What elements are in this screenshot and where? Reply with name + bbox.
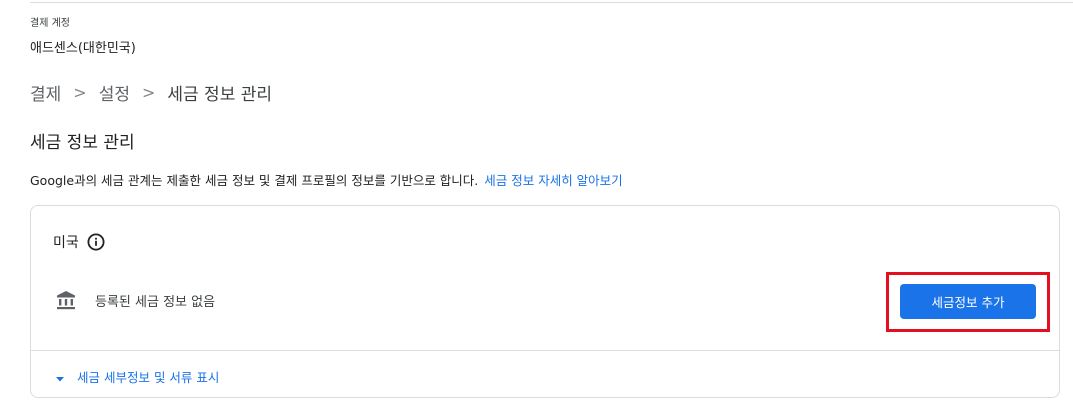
billing-account-label: 결제 계정 [30, 18, 70, 29]
tax-info-card: 미국 등록된 세금 정보 없음 세금정보 추가 세금 세부정보 및 서류 표시 [30, 205, 1060, 398]
page-description: Google과의 세금 관계는 제출한 세금 정보 및 결제 프로필의 정보를 … [30, 170, 623, 189]
caret-down-icon [55, 372, 65, 382]
chevron-right-icon: > [73, 83, 87, 102]
country-name: 미국 [53, 235, 79, 251]
learn-more-link[interactable]: 세금 정보 자세히 알아보기 [484, 173, 622, 188]
billing-account-name[interactable]: 애드센스(대한민국) [30, 37, 136, 56]
show-tax-details-label: 세금 세부정보 및 서류 표시 [77, 370, 220, 385]
info-icon[interactable] [87, 233, 105, 251]
show-tax-details-toggle[interactable]: 세금 세부정보 및 서류 표시 [55, 367, 219, 386]
breadcrumb: 결제 > 설정 > 세금 정보 관리 [30, 80, 272, 105]
tax-status-text: 등록된 세금 정보 없음 [95, 295, 216, 310]
bank-icon [55, 289, 77, 311]
description-text: Google과의 세금 관계는 제출한 세금 정보 및 결제 프로필의 정보를 … [30, 173, 479, 188]
breadcrumb-item-settings[interactable]: 설정 [99, 80, 130, 105]
page-title: 세금 정보 관리 [30, 133, 135, 153]
country-header: 미국 [53, 232, 105, 252]
top-divider [30, 2, 1073, 3]
chevron-right-icon: > [141, 83, 156, 102]
add-tax-info-button[interactable]: 세금정보 추가 [900, 284, 1036, 319]
breadcrumb-item-billing[interactable]: 결제 [30, 80, 61, 105]
breadcrumb-item-current: 세금 정보 관리 [167, 85, 273, 105]
card-divider [31, 350, 1059, 351]
